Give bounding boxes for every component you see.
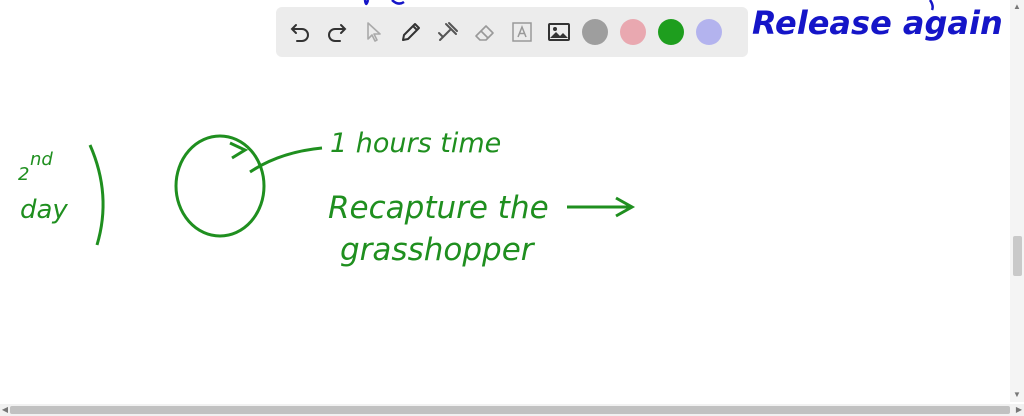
text-icon bbox=[512, 22, 532, 42]
color-swatch-pink[interactable] bbox=[620, 19, 646, 45]
whiteboard-canvas[interactable]: Release again 2 nd day 1 hours time Reca… bbox=[0, 0, 1024, 416]
eraser-button[interactable] bbox=[471, 18, 499, 46]
pointer-icon bbox=[367, 22, 381, 42]
pen-button[interactable] bbox=[397, 18, 425, 46]
pen-icon bbox=[402, 23, 420, 41]
bracket-mark bbox=[88, 144, 105, 246]
scroll-left-icon[interactable]: ◀ bbox=[0, 405, 10, 415]
tools-icon bbox=[438, 22, 458, 41]
text-button[interactable] bbox=[508, 18, 536, 46]
drawing-toolbar bbox=[276, 7, 748, 57]
scroll-up-icon[interactable]: ▲ bbox=[1012, 2, 1022, 12]
color-swatch-gray[interactable] bbox=[582, 19, 608, 45]
arrow-right bbox=[567, 196, 636, 218]
eraser-icon bbox=[475, 25, 494, 41]
horizontal-scrollbar[interactable]: ◀ ▶ bbox=[0, 404, 1024, 416]
note-grasshopper: grasshopper bbox=[340, 232, 536, 268]
horizontal-scroll-thumb[interactable] bbox=[10, 406, 1010, 414]
scroll-right-icon[interactable]: ▶ bbox=[1014, 405, 1024, 415]
image-button[interactable] bbox=[545, 18, 573, 46]
redo-button[interactable] bbox=[323, 18, 351, 46]
color-swatch-lavender[interactable] bbox=[696, 19, 722, 45]
note-1-hours-time: 1 hours time bbox=[330, 128, 501, 159]
vertical-scroll-thumb[interactable] bbox=[1013, 236, 1022, 276]
note-recapture-the: Recapture the bbox=[328, 190, 549, 226]
redo-icon bbox=[328, 24, 347, 42]
note-release-again: Release again bbox=[752, 4, 1003, 42]
color-swatch-green[interactable] bbox=[658, 19, 684, 45]
image-icon bbox=[548, 23, 570, 41]
pointer-button[interactable] bbox=[360, 18, 388, 46]
note-day: day bbox=[20, 195, 68, 225]
undo-icon bbox=[290, 24, 309, 42]
note-2nd-superscript: 2 bbox=[18, 164, 29, 185]
arrowhead-circle bbox=[229, 141, 249, 160]
tools-button[interactable] bbox=[434, 18, 462, 46]
note-nd-superscript: nd bbox=[30, 149, 53, 170]
circle-drawing bbox=[174, 134, 266, 238]
scroll-down-icon[interactable]: ▼ bbox=[1012, 390, 1022, 400]
undo-button[interactable] bbox=[286, 18, 314, 46]
vertical-scrollbar[interactable]: ▲ ▼ bbox=[1010, 0, 1024, 402]
